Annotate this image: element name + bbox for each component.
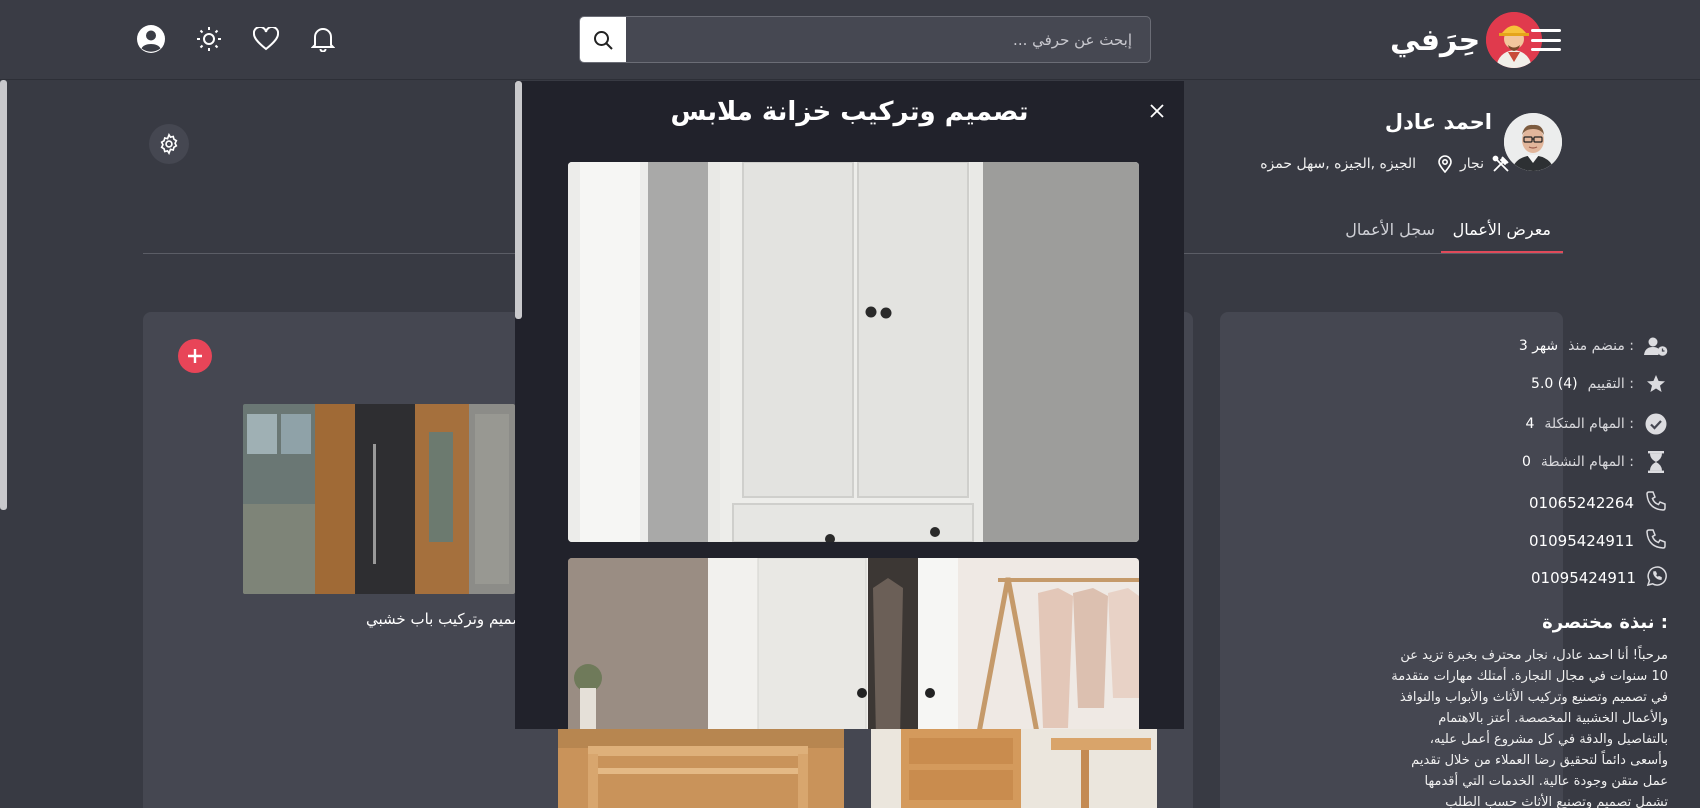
search-input[interactable] <box>626 17 1150 62</box>
top-navbar: حِرَفي <box>0 0 1700 80</box>
modal-title: تصميم وتركيب خزانة ملابس <box>670 97 1029 127</box>
contact-phone-2[interactable]: 01095424911 <box>1529 527 1668 555</box>
profile-name: احمد عادل <box>1384 110 1492 134</box>
stat-joined-label: منضم منذ : <box>1568 338 1634 354</box>
phone-icon <box>1644 489 1668 517</box>
bio-text: مرحباً! أنا احمد عادل، نجار محترف بخبرة … <box>1391 648 1668 808</box>
modal-image-wardrobe-open[interactable] <box>568 558 1139 729</box>
brand[interactable]: حِرَفي <box>1390 10 1543 70</box>
contact-phone-2-value: 01095424911 <box>1529 532 1634 550</box>
work-image-bed[interactable] <box>558 728 844 808</box>
stat-joined: منضم منذ : 3 شهر <box>1519 336 1668 356</box>
work-image-desk[interactable] <box>871 728 1157 808</box>
stat-active: المهام النشطة : 0 <box>1522 451 1668 473</box>
contact-phone-1-value: 01065242264 <box>1529 494 1634 512</box>
hourglass-icon <box>1644 451 1668 473</box>
tab-gallery[interactable]: معرض الأعمال <box>1440 220 1563 253</box>
add-work-button[interactable] <box>178 339 212 373</box>
brand-name: حِرَفي <box>1390 22 1481 58</box>
work-caption: تصميم وتركيب باب خشبي <box>366 610 530 628</box>
bio-title: نبذة مختصرة : <box>1542 612 1668 633</box>
search-button[interactable] <box>580 17 626 62</box>
profile-location: الجيزه ,الجيزه ,سهل حمزه <box>1260 156 1417 172</box>
stat-completed-value: 4 <box>1525 416 1535 432</box>
stat-rating-value: 5.0 (4) <box>1531 376 1578 392</box>
profile-profession: نجار <box>1460 156 1484 172</box>
whatsapp-icon <box>1646 565 1668 591</box>
stat-completed-label: المهام المتكلة : <box>1544 416 1634 432</box>
work-details-modal: تصميم وتركيب خزانة ملابس <box>515 81 1184 729</box>
sun-icon[interactable] <box>192 22 226 56</box>
stat-rating: التقييم : 5.0 (4) <box>1531 374 1668 394</box>
bell-icon[interactable] <box>306 22 340 56</box>
stat-active-value: 0 <box>1521 454 1531 470</box>
contact-phone-1[interactable]: 01065242264 <box>1529 489 1668 517</box>
search-bar <box>579 16 1151 63</box>
heart-icon[interactable] <box>249 22 283 56</box>
menu-icon[interactable] <box>1528 24 1564 56</box>
work-image-wooden-door[interactable] <box>243 404 515 594</box>
check-circle-icon <box>1644 413 1668 435</box>
avatar <box>1504 113 1562 171</box>
profile-meta: نجار الجيزه ,الجيزه ,سهل حمزه <box>1260 155 1510 173</box>
contact-whatsapp-value: 01095424911 <box>1531 569 1636 587</box>
modal-image-wardrobe[interactable] <box>568 162 1139 542</box>
close-icon[interactable] <box>1143 97 1171 125</box>
contact-whatsapp[interactable]: 01095424911 <box>1531 565 1668 591</box>
phone-icon <box>1644 527 1668 555</box>
user-clock-icon <box>1644 336 1668 356</box>
stat-active-label: المهام النشطة : <box>1540 454 1634 470</box>
stat-completed: المهام المتكلة : 4 <box>1525 413 1668 435</box>
tools-icon <box>1492 155 1510 173</box>
settings-button[interactable] <box>149 124 189 164</box>
user-icon[interactable] <box>134 22 168 56</box>
star-icon <box>1644 374 1668 394</box>
stat-rating-label: التقييم : <box>1587 376 1634 392</box>
page-scrollbar[interactable] <box>0 80 7 510</box>
location-icon <box>1438 155 1452 173</box>
tab-history[interactable]: سجل الأعمال <box>1345 220 1435 251</box>
stat-joined-value: 3 شهر <box>1518 338 1559 354</box>
